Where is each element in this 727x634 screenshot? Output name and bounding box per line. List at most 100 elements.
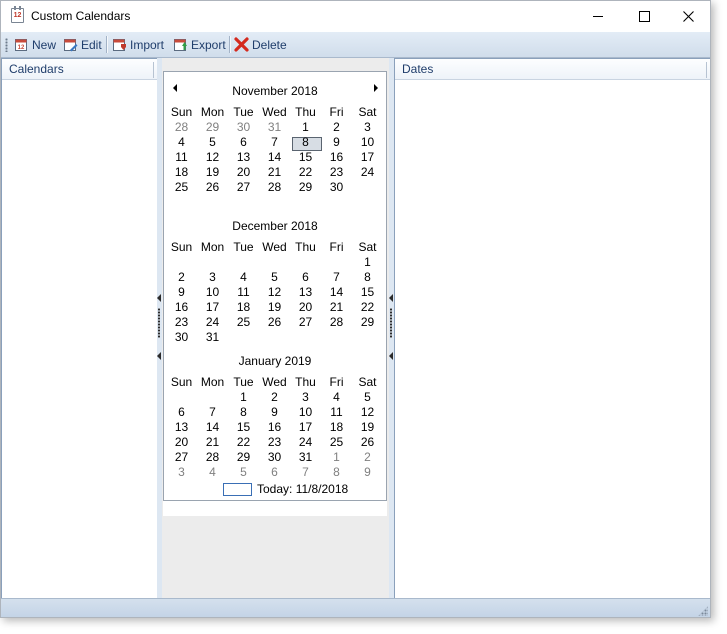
import-button[interactable]: Import [112, 35, 164, 54]
day-cell[interactable]: 9 [352, 465, 383, 480]
day-cell[interactable]: 8 [321, 465, 352, 480]
day-cell[interactable]: 29 [290, 180, 321, 195]
day-cell[interactable]: 13 [290, 285, 321, 300]
day-cell[interactable]: 18 [321, 420, 352, 435]
selected-day-cell[interactable]: 8 [290, 135, 321, 150]
day-cell[interactable]: 23 [321, 165, 352, 180]
day-cell[interactable]: 8 [352, 270, 383, 285]
day-cell[interactable]: 30 [259, 450, 290, 465]
day-cell[interactable]: 23 [259, 435, 290, 450]
day-cell[interactable]: 30 [228, 120, 259, 135]
day-cell[interactable]: 20 [290, 300, 321, 315]
delete-button[interactable]: Delete [234, 35, 287, 54]
day-cell[interactable]: 5 [352, 390, 383, 405]
resize-grip-icon[interactable] [698, 606, 708, 616]
day-cell[interactable]: 7 [259, 135, 290, 150]
day-cell[interactable]: 15 [290, 150, 321, 165]
day-cell[interactable]: 21 [197, 435, 228, 450]
close-button[interactable] [665, 1, 710, 32]
edit-button[interactable]: Edit [63, 35, 102, 54]
day-cell[interactable]: 27 [290, 315, 321, 330]
day-cell[interactable]: 29 [197, 120, 228, 135]
day-cell[interactable]: 26 [259, 315, 290, 330]
day-cell[interactable]: 27 [166, 450, 197, 465]
day-cell[interactable]: 28 [321, 315, 352, 330]
day-cell[interactable]: 4 [228, 270, 259, 285]
day-cell[interactable]: 2 [352, 450, 383, 465]
day-cell[interactable]: 1 [290, 120, 321, 135]
dates-column-header[interactable]: Dates [395, 59, 710, 80]
day-cell[interactable]: 27 [228, 180, 259, 195]
day-cell[interactable]: 4 [166, 135, 197, 150]
day-cell[interactable]: 24 [352, 165, 383, 180]
day-cell[interactable]: 2 [259, 390, 290, 405]
day-cell[interactable]: 11 [228, 285, 259, 300]
day-cell[interactable]: 19 [197, 165, 228, 180]
day-cell[interactable]: 3 [352, 120, 383, 135]
day-cell[interactable]: 5 [197, 135, 228, 150]
day-cell[interactable]: 30 [166, 330, 197, 345]
day-cell[interactable]: 6 [228, 135, 259, 150]
day-cell[interactable]: 22 [352, 300, 383, 315]
day-cell[interactable]: 19 [259, 300, 290, 315]
day-cell[interactable]: 9 [321, 135, 352, 150]
day-cell[interactable]: 13 [166, 420, 197, 435]
day-cell[interactable]: 19 [352, 420, 383, 435]
day-cell[interactable]: 28 [197, 450, 228, 465]
day-cell[interactable]: 31 [259, 120, 290, 135]
day-cell[interactable]: 18 [166, 165, 197, 180]
day-cell[interactable]: 24 [290, 435, 321, 450]
day-cell[interactable]: 10 [197, 285, 228, 300]
day-cell[interactable]: 10 [352, 135, 383, 150]
day-cell[interactable]: 5 [228, 465, 259, 480]
day-cell[interactable]: 21 [259, 165, 290, 180]
day-cell[interactable]: 11 [166, 150, 197, 165]
day-cell[interactable]: 10 [290, 405, 321, 420]
day-cell[interactable]: 22 [290, 165, 321, 180]
toolbar-grip[interactable] [5, 38, 8, 52]
day-cell[interactable]: 5 [259, 270, 290, 285]
day-cell[interactable]: 6 [166, 405, 197, 420]
day-cell[interactable]: 18 [228, 300, 259, 315]
day-cell[interactable]: 15 [228, 420, 259, 435]
day-cell[interactable]: 7 [197, 405, 228, 420]
day-cell[interactable]: 17 [352, 150, 383, 165]
day-cell[interactable]: 17 [197, 300, 228, 315]
day-cell[interactable]: 4 [321, 390, 352, 405]
day-cell[interactable]: 28 [259, 180, 290, 195]
day-cell[interactable]: 16 [321, 150, 352, 165]
day-cell[interactable]: 9 [166, 285, 197, 300]
month-title[interactable]: November 2018 [164, 84, 386, 98]
day-cell[interactable]: 26 [352, 435, 383, 450]
day-cell[interactable]: 22 [228, 435, 259, 450]
day-cell[interactable]: 2 [321, 120, 352, 135]
day-cell[interactable]: 1 [352, 255, 383, 270]
day-cell[interactable]: 29 [352, 315, 383, 330]
export-button[interactable]: Export [173, 35, 226, 54]
day-cell[interactable]: 7 [290, 465, 321, 480]
dates-list[interactable] [395, 80, 710, 598]
day-cell[interactable]: 25 [321, 435, 352, 450]
day-cell[interactable]: 3 [166, 465, 197, 480]
day-cell[interactable]: 31 [290, 450, 321, 465]
day-cell[interactable]: 3 [197, 270, 228, 285]
day-cell[interactable]: 28 [166, 120, 197, 135]
day-cell[interactable]: 12 [352, 405, 383, 420]
day-cell[interactable]: 23 [166, 315, 197, 330]
day-cell[interactable]: 20 [228, 165, 259, 180]
month-title[interactable]: December 2018 [164, 219, 386, 233]
day-cell[interactable]: 26 [197, 180, 228, 195]
calendars-list[interactable] [2, 80, 157, 598]
day-cell[interactable]: 21 [321, 300, 352, 315]
day-cell[interactable]: 8 [228, 405, 259, 420]
today-label[interactable]: Today: 11/8/2018 [257, 483, 348, 496]
calendars-column-header[interactable]: Calendars [2, 59, 157, 80]
day-cell[interactable]: 1 [321, 450, 352, 465]
day-cell[interactable]: 9 [259, 405, 290, 420]
title-bar[interactable]: 12 Custom Calendars [1, 1, 710, 32]
new-button[interactable]: 12 New [14, 35, 56, 54]
day-cell[interactable]: 14 [321, 285, 352, 300]
day-cell[interactable]: 6 [259, 465, 290, 480]
day-cell[interactable]: 12 [197, 150, 228, 165]
day-cell[interactable]: 20 [166, 435, 197, 450]
